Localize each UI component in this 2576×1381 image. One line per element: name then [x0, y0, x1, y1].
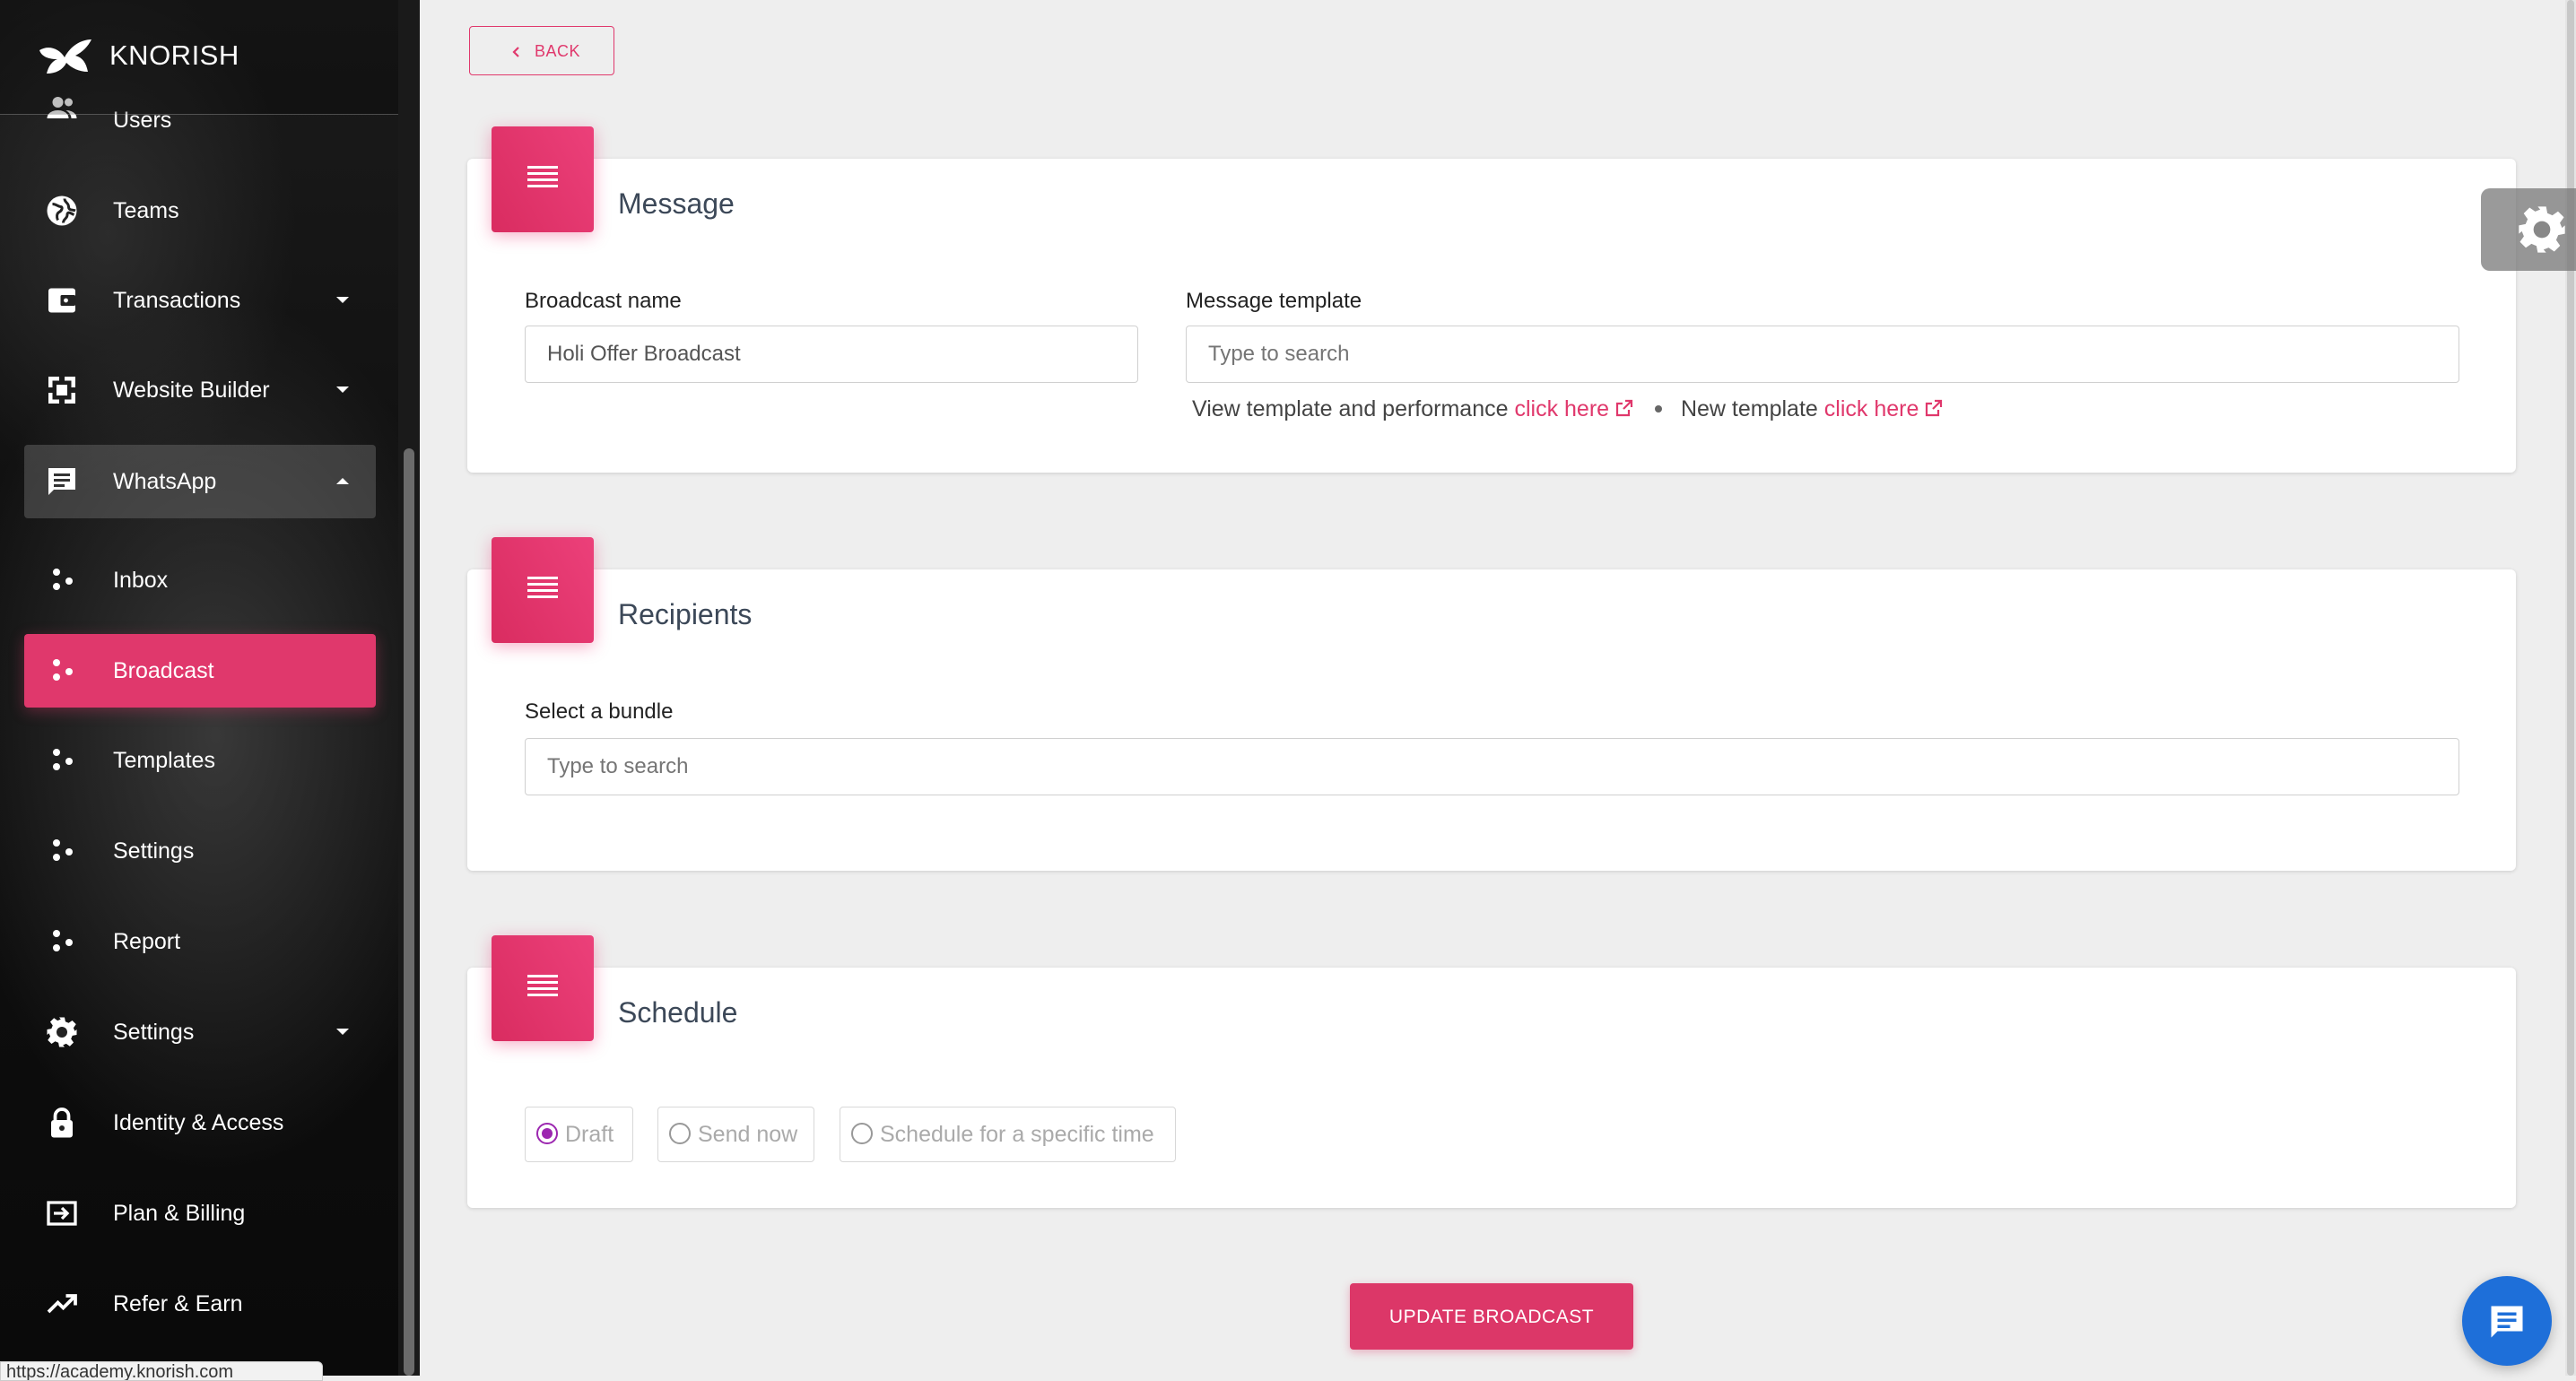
bundle-search-input[interactable]	[525, 738, 2459, 795]
chevron-up-icon	[336, 478, 349, 484]
theme-settings-button[interactable]	[2481, 188, 2576, 271]
view-template-link[interactable]: click here	[1514, 396, 1609, 421]
nav-transactions[interactable]: Transactions	[24, 264, 376, 337]
recipients-card: Recipients Select a bundle	[467, 537, 2516, 871]
dots-icon	[51, 838, 78, 864]
schedule-card: Schedule	[467, 935, 2516, 1208]
radio-send-now[interactable]: Send now	[657, 1107, 814, 1162]
nav-transactions-label: Transactions	[113, 288, 241, 313]
nav-inbox-label: Inbox	[113, 568, 169, 593]
radio-draft[interactable]: Draft	[525, 1107, 633, 1162]
dots-icon	[51, 657, 78, 684]
nav-website-builder[interactable]: Website Builder	[24, 353, 376, 427]
nav-inbox[interactable]: Inbox	[24, 543, 376, 617]
radio-circle[interactable]	[851, 1123, 873, 1144]
message-template-label: Message template	[1186, 289, 1362, 313]
trending-up-icon	[47, 1294, 77, 1314]
separator-dot	[1655, 405, 1663, 413]
brand-header[interactable]: KNORISH	[0, 0, 398, 115]
nav-whatsapp-settings-label: Settings	[113, 838, 195, 864]
sidebar: Users KNORISH Teams Transactions Website…	[0, 0, 420, 1376]
list-icon	[527, 577, 558, 602]
nav-identity-access-label: Identity & Access	[113, 1110, 284, 1135]
chat-icon	[48, 468, 75, 495]
radio-schedule-time[interactable]: Schedule for a specific time	[840, 1107, 1176, 1162]
nav-whatsapp-label: WhatsApp	[113, 469, 217, 494]
back-button[interactable]: BACK	[469, 26, 614, 75]
chat-support-button[interactable]	[2462, 1276, 2552, 1366]
radio-circle[interactable]	[536, 1123, 558, 1144]
nav-settings-label: Settings	[113, 1020, 195, 1045]
radio-label: Schedule for a specific time	[880, 1122, 1154, 1147]
website-builder-icon	[48, 377, 75, 404]
nav-report[interactable]: Report	[24, 905, 376, 978]
radio-label: Draft	[565, 1122, 614, 1147]
new-template-link[interactable]: click here	[1824, 396, 1919, 421]
wallet-icon	[48, 288, 75, 313]
back-button-label: BACK	[535, 42, 581, 60]
nav-teams[interactable]: Teams	[24, 174, 376, 248]
nav-teams-label: Teams	[113, 198, 179, 223]
external-link-icon[interactable]	[1614, 398, 1634, 418]
nav-plan-billing-label: Plan & Billing	[113, 1201, 246, 1226]
chevron-down-icon	[336, 387, 349, 393]
nav-whatsapp-settings[interactable]: Settings	[24, 814, 376, 888]
card-icon	[492, 126, 594, 232]
nav-website-builder-label: Website Builder	[113, 378, 270, 403]
nav-templates-label: Templates	[113, 748, 215, 773]
nav-settings[interactable]: Settings	[24, 995, 376, 1069]
nav-broadcast[interactable]: Broadcast	[24, 634, 376, 708]
update-broadcast-button[interactable]: UPDATE BROADCAST	[1350, 1283, 1633, 1350]
list-icon	[527, 975, 558, 1000]
nav-templates[interactable]: Templates	[24, 724, 376, 797]
card-title: Schedule	[618, 996, 738, 1029]
card-title: Recipients	[618, 598, 753, 630]
update-broadcast-label: UPDATE BROADCAST	[1388, 1307, 1595, 1327]
dots-icon	[51, 567, 78, 594]
select-bundle-label: Select a bundle	[525, 699, 674, 724]
card-title: Message	[618, 187, 735, 220]
nav-whatsapp[interactable]: WhatsApp	[24, 445, 376, 518]
chat-bubble-icon	[2491, 1306, 2523, 1338]
knorish-logo-icon	[39, 39, 91, 74]
message-card: Message Broadcast name Message template …	[467, 126, 2516, 473]
chevron-down-icon	[336, 1029, 349, 1035]
gear-icon	[47, 1017, 77, 1047]
brand-name: KNORISH	[109, 39, 239, 71]
new-template-text: New template	[1680, 396, 1818, 421]
lock-icon	[51, 1107, 73, 1138]
nav-refer-earn-label: Refer & Earn	[113, 1291, 243, 1316]
nav-broadcast-label: Broadcast	[113, 658, 214, 683]
nav-identity-access[interactable]: Identity & Access	[24, 1086, 376, 1160]
nav-plan-billing[interactable]: Plan & Billing	[24, 1177, 376, 1250]
view-template-text: View template and performance	[1192, 396, 1509, 421]
radio-label: Send now	[698, 1122, 798, 1147]
radio-circle[interactable]	[669, 1123, 691, 1144]
template-help-line: View template and performance click here…	[1192, 396, 1944, 422]
broadcast-name-label: Broadcast name	[525, 289, 682, 313]
nav-refer-earn[interactable]: Refer & Earn	[24, 1267, 376, 1341]
billing-icon	[47, 1201, 77, 1226]
chevron-down-icon	[336, 297, 349, 303]
chevron-left-icon	[512, 47, 519, 57]
message-template-input[interactable]	[1186, 326, 2459, 383]
dots-icon	[51, 928, 78, 955]
list-icon	[527, 166, 558, 191]
nav-report-label: Report	[113, 929, 181, 954]
sidebar-scrollbar-thumb[interactable]	[404, 448, 414, 1376]
gear-icon	[2519, 206, 2565, 253]
card-icon	[492, 537, 594, 643]
external-link-icon[interactable]	[1924, 398, 1944, 418]
dots-icon	[51, 747, 78, 774]
broadcast-name-input[interactable]	[525, 326, 1138, 383]
card-icon	[492, 935, 594, 1041]
globe-icon	[47, 195, 77, 226]
sidebar-scrollbar[interactable]	[398, 0, 420, 1376]
status-bar-url: https://academy.knorish.com	[0, 1361, 323, 1381]
